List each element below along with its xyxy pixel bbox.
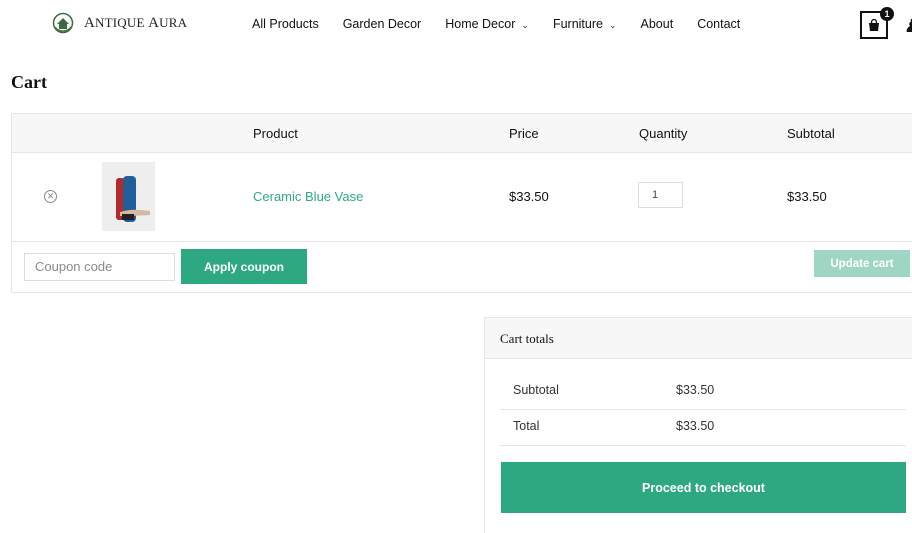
header-product: Product xyxy=(253,126,298,141)
quantity-input[interactable]: 1 xyxy=(638,182,683,208)
cart-table: Product Price Quantity Subtotal ✕ Cerami… xyxy=(11,113,912,293)
bag-glyph-icon xyxy=(869,18,879,31)
vase-image xyxy=(102,162,155,231)
close-circle-icon[interactable]: ✕ xyxy=(44,190,57,203)
cart-totals: Cart totals Subtotal $33.50 Total $33.50… xyxy=(484,317,912,533)
nav-about[interactable]: About xyxy=(641,17,674,31)
nav-all-products[interactable]: All Products xyxy=(252,17,319,31)
nav-contact[interactable]: Contact xyxy=(697,17,740,31)
coupon-code-input[interactable]: Coupon code xyxy=(24,253,175,281)
total-value: $33.50 xyxy=(676,419,715,433)
chevron-down-icon: ⌄ xyxy=(521,19,529,30)
header-subtotal: Subtotal xyxy=(787,126,835,141)
table-row: ✕ Ceramic Blue Vase $33.50 1 $33.50 xyxy=(12,152,912,242)
proceed-to-checkout-button[interactable]: Proceed to checkout xyxy=(501,462,906,513)
user-icon[interactable]: ♟ xyxy=(904,16,912,37)
chevron-down-icon: ⌄ xyxy=(608,19,617,30)
cart-table-header: Product Price Quantity Subtotal xyxy=(12,114,912,153)
nav-home-decor[interactable]: Home Decor ⌄ xyxy=(445,17,529,31)
brand-name: ANTIQUE AURA xyxy=(84,14,188,31)
update-cart-button[interactable]: Update cart xyxy=(814,250,910,277)
cart-totals-title: Cart totals xyxy=(500,331,554,346)
header-price: Price xyxy=(509,126,539,141)
logo-emblem-icon xyxy=(52,12,74,34)
product-thumbnail[interactable] xyxy=(102,162,155,231)
header-quantity: Quantity xyxy=(639,126,688,141)
apply-coupon-button[interactable]: Apply coupon xyxy=(181,249,307,284)
page-title: Cart xyxy=(11,72,47,92)
main-nav: All Products Garden Decor Home Decor ⌄ Fu… xyxy=(252,17,764,31)
nav-furniture[interactable]: Furniture ⌄ xyxy=(553,17,617,31)
total-row: Total $33.50 xyxy=(500,409,906,446)
product-subtotal: $33.50 xyxy=(787,189,827,204)
subtotal-label: Subtotal xyxy=(513,383,559,397)
site-header: ANTIQUE AURA All Products Garden Decor H… xyxy=(0,0,912,50)
site-logo[interactable]: ANTIQUE AURA xyxy=(52,12,187,34)
subtotal-value: $33.50 xyxy=(676,383,715,397)
cart-totals-header: Cart totals xyxy=(485,318,912,359)
nav-garden-decor[interactable]: Garden Decor xyxy=(343,17,422,31)
product-name-link[interactable]: Ceramic Blue Vase xyxy=(253,189,363,204)
product-price: $33.50 xyxy=(509,189,549,204)
subtotal-row: Subtotal $33.50 xyxy=(500,373,906,410)
total-label: Total xyxy=(513,419,540,433)
cart-count-badge: 1 xyxy=(880,7,894,21)
